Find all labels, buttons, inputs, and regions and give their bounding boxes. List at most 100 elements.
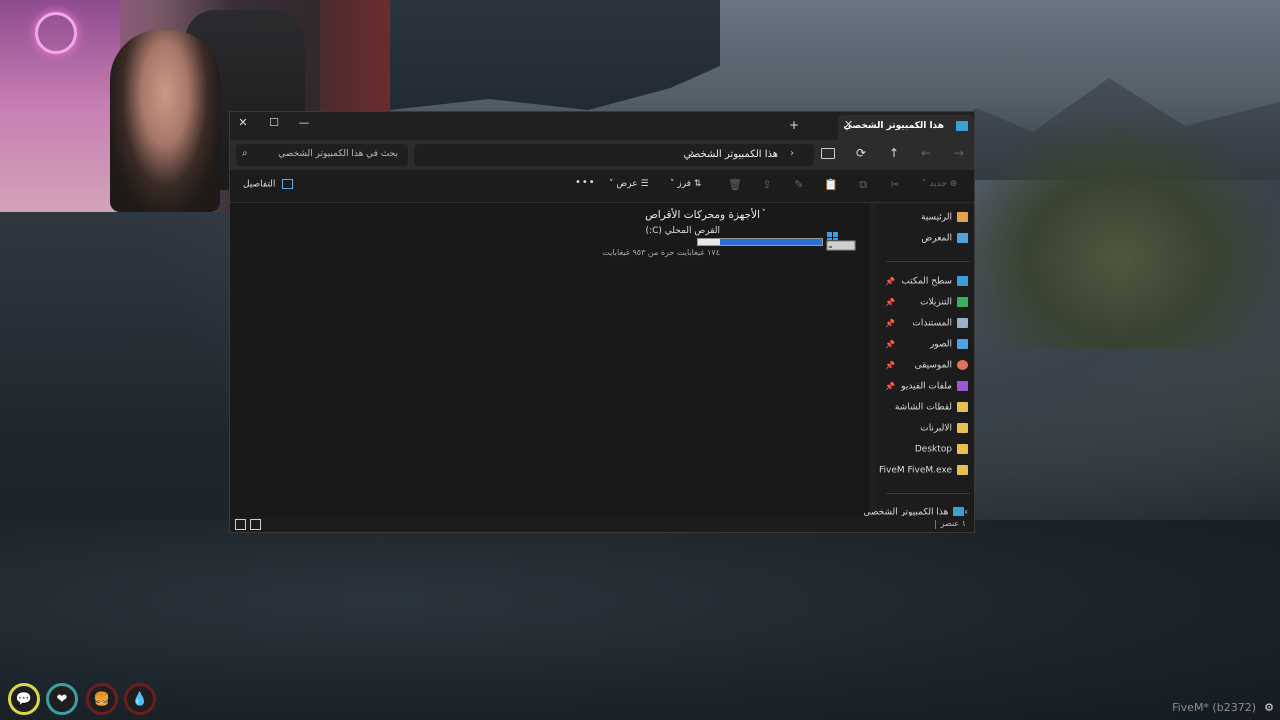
drive-label[interactable]: القرص المحلي (C:) (646, 226, 720, 236)
webcam-neon-light (35, 12, 77, 54)
content-area: ˅ الأجهزة ومحركات الأقراص القرص المحلي (… (230, 203, 870, 517)
address-row: ⌕ بحث في هذا الكمبيوتر الشخصي › هذا الكم… (230, 140, 974, 170)
sidebar-item-fivem[interactable]: FiveM FiveM.exe (879, 465, 968, 479)
up-button[interactable]: ↑ (885, 146, 903, 160)
sidebar-item-desktop-folder[interactable]: Desktop (915, 444, 968, 458)
details-label: التفاصيل (243, 179, 276, 190)
document-icon (957, 318, 968, 328)
sidebar-item-home[interactable]: الرئيسية (921, 212, 968, 226)
sort-label: فرز (677, 179, 691, 189)
large-icons-view-button[interactable] (235, 519, 246, 530)
folder-icon (957, 423, 968, 433)
video-icon (957, 381, 968, 391)
file-explorer-window: ✕ ☐ — + ✕ هذا الكمبيوتر الشخصي ⌕ بحث في … (229, 111, 975, 533)
view-dropdown[interactable]: ˅ عرض ☰ (609, 179, 649, 189)
sidebar-item-label: لقطات الشاشة (894, 402, 952, 413)
sidebar-item-pictures[interactable]: الصور (930, 339, 968, 353)
drive-usage-bar (697, 238, 823, 246)
refresh-button[interactable]: ⟳ (852, 146, 870, 160)
view-label: عرض (616, 179, 638, 189)
monitor-icon (821, 148, 835, 159)
sidebar-item-label: Desktop (914, 444, 952, 455)
webcam-person (110, 30, 220, 212)
copy-icon[interactable]: ⧉ (855, 178, 871, 192)
drive-free-space: ١٧٤ غيغابايت حرة من ٩٥٣ غيغابايت (602, 248, 720, 257)
close-window-button[interactable]: ✕ (233, 116, 253, 129)
paste-icon[interactable]: 📋 (823, 178, 839, 191)
maximize-button[interactable]: ☐ (264, 116, 284, 129)
sidebar-item-desktop[interactable]: سطح المكتب (901, 276, 968, 290)
hard-drive-icon[interactable] (826, 231, 856, 253)
nav-divider (886, 261, 970, 262)
sidebar-item-label: الرئيسية (921, 212, 952, 223)
music-icon (957, 360, 968, 370)
chevron-down-icon[interactable]: ˅ (762, 209, 767, 219)
pin-icon: 📌 (885, 298, 895, 307)
pin-icon: 📌 (885, 340, 895, 349)
sidebar-item-label: سطح المكتب (901, 276, 952, 287)
background-water (0, 520, 1280, 720)
sidebar-item-this-pc[interactable]: › هذا الكمبيوتر الشخصي (863, 507, 968, 516)
status-bar: ١ عنصر (230, 517, 974, 532)
sidebar-item-documents[interactable]: المستندات (912, 318, 968, 332)
new-tab-button[interactable]: + (789, 118, 799, 132)
pictures-icon (957, 339, 968, 349)
item-count: ١ عنصر (940, 519, 966, 528)
rename-icon[interactable]: ✎ (791, 178, 807, 191)
back-button[interactable]: → (950, 146, 968, 160)
details-pane-icon (282, 179, 294, 189)
more-options-button[interactable]: ••• (575, 177, 596, 188)
title-bar: ✕ ☐ — + ✕ هذا الكمبيوتر الشخصي (230, 112, 974, 140)
new-label: جديد (929, 179, 947, 189)
gallery-icon (957, 233, 968, 243)
thirst-hud-icon: 💧 (124, 683, 156, 715)
chevron-right-icon: › (964, 507, 968, 517)
sidebar-item-label: المعرض (921, 233, 952, 244)
desktop-icon (957, 276, 968, 286)
drive-usage-fill (720, 239, 822, 245)
folder-icon (957, 465, 968, 475)
cut-icon[interactable]: ✂ (887, 178, 903, 191)
computer-icon (956, 121, 968, 131)
hunger-hud-icon: 🍔 (86, 683, 118, 715)
address-bar[interactable]: › هذا الكمبيوتر الشخصي › (414, 144, 814, 166)
new-button[interactable]: ˅ جديد ⊕ (922, 179, 957, 189)
tab-this-pc[interactable]: ✕ هذا الكمبيوتر الشخصي (838, 115, 974, 140)
group-header-devices[interactable]: الأجهزة ومحركات الأقراص (645, 209, 760, 221)
forward-button[interactable]: ← (917, 146, 935, 160)
background-grass (960, 120, 1280, 350)
folder-icon (957, 402, 968, 412)
sidebar-item-label: ملفات الفيديو (901, 381, 952, 392)
sidebar-item-albums[interactable]: الالبرنات (920, 423, 968, 437)
minimize-button[interactable]: — (294, 116, 314, 129)
sort-dropdown[interactable]: ˅ فرز ⇅ (670, 179, 701, 189)
sidebar-item-label: المستندات (912, 318, 952, 329)
search-input[interactable]: ⌕ بحث في هذا الكمبيوتر الشخصي (236, 144, 408, 166)
folder-icon (957, 444, 968, 454)
sidebar-item-gallery[interactable]: المعرض (921, 233, 968, 247)
chat-hud-icon: 💬 (8, 683, 40, 715)
sidebar-item-label: الصور (929, 339, 952, 350)
navigation-pane: الرئيسية المعرض سطح المكتب 📌 التنزيلات 📌… (863, 203, 974, 517)
pin-icon: 📌 (885, 382, 895, 391)
computer-icon (953, 507, 965, 516)
sidebar-item-music[interactable]: الموسيقى (915, 360, 968, 374)
status-divider (935, 520, 936, 529)
details-view-button[interactable] (250, 519, 261, 530)
home-icon (957, 212, 968, 222)
sidebar-item-label: الالبرنات (920, 423, 952, 434)
sidebar-item-label: FiveM FiveM.exe (879, 465, 952, 476)
sidebar-item-videos[interactable]: ملفات الفيديو (901, 381, 968, 395)
delete-icon[interactable]: 🗑 (727, 178, 743, 191)
tab-title: هذا الكمبيوتر الشخصي (843, 121, 944, 131)
share-icon[interactable]: ⇪ (759, 178, 775, 191)
search-icon: ⌕ (242, 148, 248, 159)
sidebar-item-label: التنزيلات (920, 297, 952, 308)
sidebar-item-label: الموسيقى (914, 360, 952, 371)
details-button[interactable]: التفاصيل (243, 179, 294, 190)
health-hud-icon: ❤ (46, 683, 78, 715)
chevron-right-icon[interactable]: › (790, 148, 794, 159)
sidebar-item-screenshots[interactable]: لقطات الشاشة (895, 402, 968, 416)
sidebar-item-downloads[interactable]: التنزيلات (920, 297, 968, 311)
breadcrumb[interactable]: هذا الكمبيوتر الشخصي (684, 149, 779, 160)
